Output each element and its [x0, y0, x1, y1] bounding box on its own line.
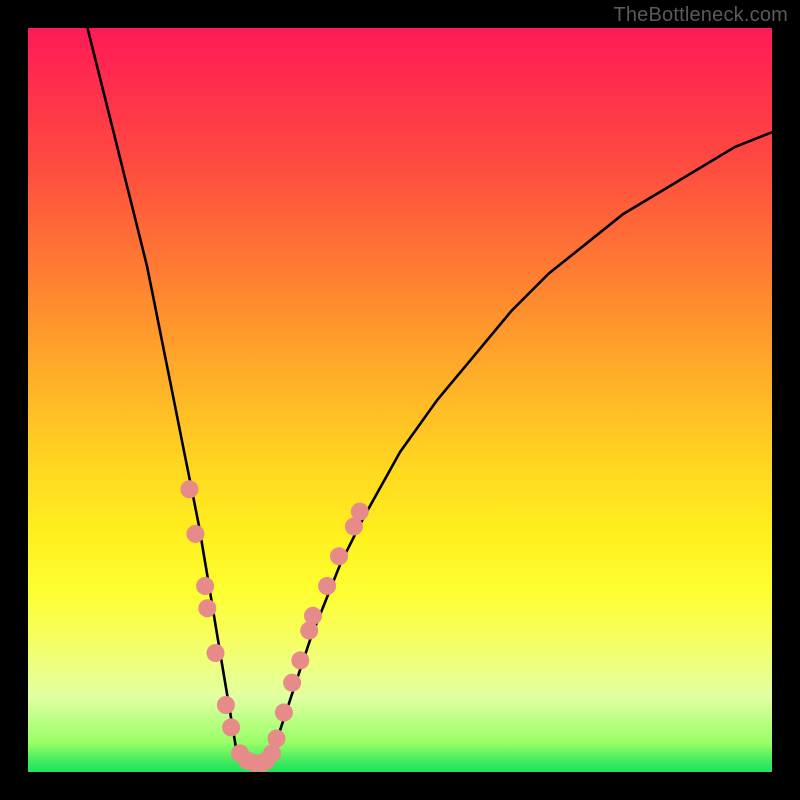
marker-dot: [318, 577, 336, 595]
marker-dot: [180, 480, 198, 498]
marker-dot: [207, 644, 225, 662]
marker-dot: [217, 696, 235, 714]
marker-group: [180, 480, 368, 772]
marker-dot: [196, 577, 214, 595]
marker-dot: [198, 599, 216, 617]
chart-frame: TheBottleneck.com: [0, 0, 800, 800]
marker-dot: [351, 503, 369, 521]
marker-dot: [304, 607, 322, 625]
watermark-text: TheBottleneck.com: [613, 4, 788, 27]
marker-dot: [222, 718, 240, 736]
marker-dot: [275, 704, 293, 722]
curve-path-right: [274, 132, 773, 750]
plot-area: [28, 28, 772, 772]
curve-path-left: [88, 28, 237, 750]
curve-layer: [28, 28, 772, 772]
marker-dot: [186, 525, 204, 543]
marker-dot: [283, 674, 301, 692]
marker-dot: [268, 730, 286, 748]
marker-dot: [291, 651, 309, 669]
marker-dot: [330, 547, 348, 565]
